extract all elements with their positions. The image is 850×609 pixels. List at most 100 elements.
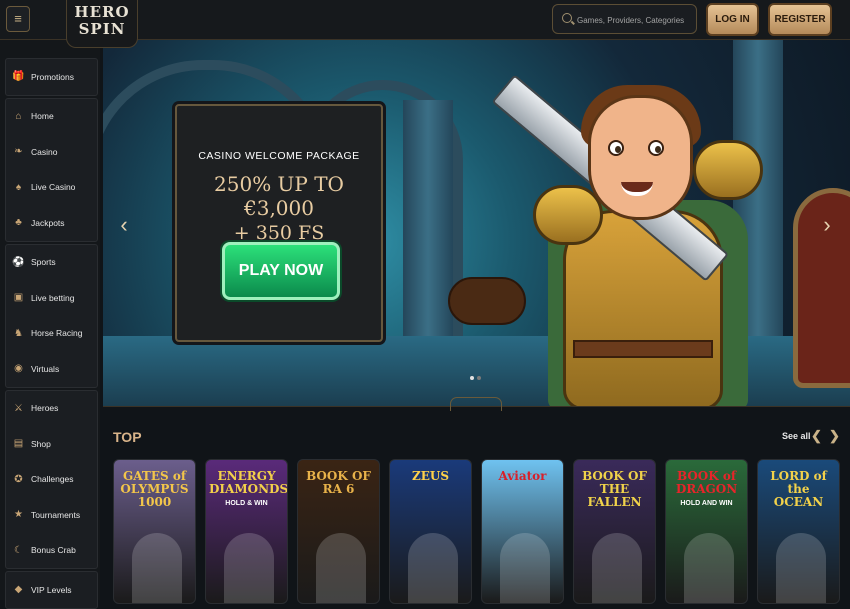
- logo-line1: HERO: [74, 3, 130, 21]
- game-artwork: [408, 533, 458, 603]
- chevron-right-icon[interactable]: ❯: [829, 428, 840, 444]
- sidebar-item-label: Promotions: [31, 71, 74, 82]
- sidebar-item-virtuals[interactable]: ◉ Virtuals: [6, 351, 97, 387]
- hero-hand: [448, 277, 526, 325]
- game-tile[interactable]: ZEUS: [389, 459, 472, 604]
- pagination-dot-active[interactable]: [470, 376, 474, 380]
- shopping-bag-icon: ▤: [13, 438, 24, 450]
- sidebar-item-label: Bonus Crab: [31, 545, 76, 556]
- sidebar-group: ⚽ Sports ▣ Live betting ♞ Horse Racing ◉ Virtua…: [5, 243, 98, 388]
- top-section-title: TOP: [113, 429, 142, 445]
- game-tile[interactable]: LORD of the OCEAN: [757, 459, 840, 604]
- live-scoreboard-icon: ▣: [13, 292, 24, 304]
- sidebar-item-bonus-crab[interactable]: ☾ Bonus Crab: [6, 533, 97, 569]
- game-title: GATES of OLYMPUS 1000: [120, 469, 189, 509]
- welcome-package-box: CASINO WELCOME PACKAGE 250% UP TO €3,000…: [175, 104, 383, 342]
- sidebar-item-tournaments[interactable]: ★ Tournaments: [6, 497, 97, 533]
- game-tile[interactable]: BOOK of DRAGON HOLD AND WIN: [665, 459, 748, 604]
- logo-line2: SPIN: [78, 20, 126, 38]
- game-tile[interactable]: GATES of OLYMPUS 1000: [113, 459, 196, 604]
- game-title: LORD of the OCEAN: [770, 469, 827, 509]
- sidebar-item-live-casino[interactable]: ♠ Live Casino: [6, 170, 97, 206]
- hero-pauldron: [693, 140, 763, 200]
- sidebar-item-jackpots[interactable]: ♣ Jackpots: [6, 205, 97, 241]
- cards-icon: ♠: [15, 181, 22, 193]
- game-title: BOOK of DRAGON: [675, 469, 738, 496]
- sidebar-item-live-betting[interactable]: ▣ Live betting: [6, 280, 97, 316]
- hero-eye: [608, 140, 624, 156]
- game-artwork: [224, 533, 274, 603]
- medal-icon: ✪: [14, 473, 23, 485]
- game-artwork: [776, 533, 826, 603]
- sidebar-item-label: Live Casino: [31, 182, 76, 193]
- offer-line2: + 350 FS: [233, 222, 325, 244]
- home-icon: ⌂: [15, 110, 22, 122]
- game-subtitle: HOLD AND WIN: [680, 500, 733, 507]
- hero-eye: [648, 140, 664, 156]
- search-input[interactable]: [577, 11, 695, 29]
- sidebar-item-challenges[interactable]: ✪ Challenges: [6, 462, 97, 498]
- horse-icon: ♞: [14, 327, 23, 339]
- pagination-dot[interactable]: [477, 376, 481, 380]
- hero-pauldron: [533, 185, 603, 245]
- see-all-link[interactable]: See all: [782, 431, 811, 441]
- gamepad-icon: ◉: [14, 363, 23, 375]
- sidebar-item-promotions[interactable]: 🎁 Promotions: [6, 59, 97, 95]
- sidebar-item-vip-levels[interactable]: ◆ VIP Levels: [6, 572, 97, 608]
- promo-banner[interactable]: CASINO WELCOME PACKAGE 250% UP TO €3,000…: [103, 40, 850, 406]
- game-tile[interactable]: BOOK OF THE FALLEN: [573, 459, 656, 604]
- top-games-row: GATES of OLYMPUS 1000 ENERGY DIAMONDS HOLD…: [113, 459, 850, 604]
- register-button[interactable]: REGISTER: [768, 3, 832, 36]
- sidebar-item-label: Horse Racing: [31, 328, 83, 339]
- hero-face: [588, 95, 693, 220]
- sidebar-item-heroes[interactable]: ⚔ Heroes: [6, 391, 97, 427]
- banner-pagination: [470, 376, 481, 380]
- sidebar-group: 🎁 Promotions: [5, 58, 98, 96]
- cherries-icon: ❧: [14, 146, 23, 158]
- divider-ornament: [450, 397, 502, 411]
- clover-icon: ♣: [15, 217, 22, 229]
- top-bar: ≡ HERO SPIN LOG IN REGISTER: [0, 0, 850, 48]
- menu-toggle-icon[interactable]: ≡: [6, 6, 30, 32]
- game-artwork: [132, 533, 182, 603]
- game-title: ZEUS: [411, 469, 450, 483]
- search-box[interactable]: [552, 4, 697, 34]
- crab-claw-icon: ☾: [14, 544, 23, 556]
- banner-prev-arrow-icon[interactable]: ‹: [115, 210, 133, 240]
- offer-line1: 250% UP TO €3,000: [214, 172, 344, 220]
- sidebar-item-home[interactable]: ⌂ Home: [6, 99, 97, 135]
- sidebar-group: ⌂ Home ❧ Casino ♠ Live Casino ♣ Jackpots: [5, 97, 98, 242]
- sidebar-item-horse-racing[interactable]: ♞ Horse Racing: [6, 316, 97, 352]
- sidebar: 🎁 Promotions ⌂ Home ❧ Casino ♠ Live Casino ♣ Jack…: [0, 40, 100, 609]
- game-artwork: [316, 533, 366, 603]
- trophy-icon: ★: [14, 509, 23, 521]
- login-button[interactable]: LOG IN: [706, 3, 759, 36]
- play-now-button[interactable]: PLAY NOW: [222, 242, 340, 300]
- game-title: BOOK OF THE FALLEN: [582, 469, 647, 509]
- gift-icon: 🎁: [12, 71, 25, 83]
- game-tile[interactable]: ENERGY DIAMONDS HOLD & WIN: [205, 459, 288, 604]
- sidebar-item-label: Virtuals: [31, 363, 60, 374]
- banner-next-arrow-icon[interactable]: ›: [818, 210, 836, 240]
- sidebar-item-label: Live betting: [31, 292, 75, 303]
- diamond-icon: ◆: [14, 584, 23, 596]
- sidebar-item-label: Heroes: [31, 403, 59, 414]
- sidebar-item-shop[interactable]: ▤ Shop: [6, 426, 97, 462]
- game-artwork: [684, 533, 734, 603]
- game-title: Aviator: [498, 469, 547, 483]
- game-subtitle: HOLD & WIN: [225, 500, 268, 507]
- sidebar-item-casino[interactable]: ❧ Casino: [6, 134, 97, 170]
- chevron-left-icon[interactable]: ❮: [811, 428, 822, 444]
- sidebar-item-sports[interactable]: ⚽ Sports: [6, 245, 97, 281]
- logo[interactable]: HERO SPIN: [66, 0, 138, 48]
- game-tile[interactable]: BOOK OF RA 6: [297, 459, 380, 604]
- soccer-ball-icon: ⚽: [12, 256, 25, 268]
- sidebar-group: ◆ VIP Levels: [5, 571, 98, 609]
- search-icon: [562, 13, 572, 23]
- hero-belt: [573, 340, 713, 358]
- sidebar-item-label: VIP Levels: [31, 584, 72, 595]
- sidebar-item-label: Home: [31, 111, 54, 122]
- game-artwork: [500, 533, 550, 603]
- game-tile[interactable]: Aviator: [481, 459, 564, 604]
- package-label: CASINO WELCOME PACKAGE: [198, 150, 360, 162]
